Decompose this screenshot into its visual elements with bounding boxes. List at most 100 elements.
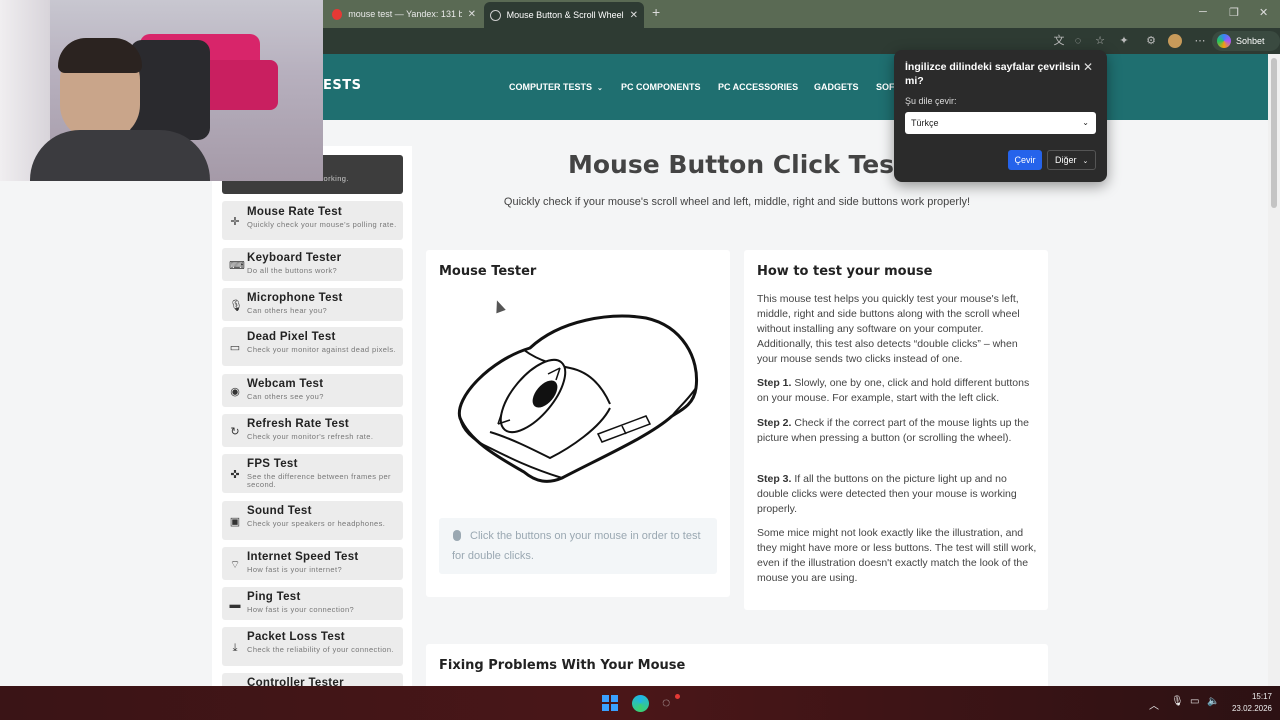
translate-icon[interactable]: 文 <box>1052 34 1066 48</box>
favorite-star-icon[interactable]: ☆ <box>1093 34 1107 48</box>
sidebar-item-title: Microphone Test <box>247 292 343 304</box>
hint-text: Click the buttons on your mouse in order… <box>452 530 701 562</box>
close-icon[interactable]: ✕ <box>1083 60 1093 74</box>
sidebar-item-desc: Quickly check your mouse's polling rate. <box>247 220 397 229</box>
person-hair <box>58 38 142 73</box>
gamepad-icon: ✜ <box>230 469 240 481</box>
sidebar-item-microphone-test[interactable]: 🎙 Microphone Test Can others hear you? <box>222 288 403 321</box>
copilot-chat-button[interactable]: Sohbet et <box>1212 31 1280 66</box>
copilot-icon <box>1217 34 1231 48</box>
profile-avatar[interactable] <box>1168 34 1182 48</box>
clock-date[interactable]: 23.02.2026 <box>1224 704 1272 713</box>
volume-icon[interactable]: 🔈 <box>1207 696 1219 707</box>
chevron-down-icon: ⌄ <box>597 85 603 92</box>
yandex-favicon-icon <box>332 8 343 20</box>
sidebar-item-desc: Do all the buttons work? <box>247 266 338 275</box>
tab-label: mouse test — Yandex: 131 bin son <box>348 9 462 19</box>
how-to-outro: Some mice might not look exactly like th… <box>757 527 1037 584</box>
sidebar-item-desc: See the difference between frames per se… <box>247 472 391 489</box>
chevron-down-icon: ⌄ <box>1082 118 1089 127</box>
sidebar-item-fps-test[interactable]: ✜ FPS Test See the difference between fr… <box>222 454 403 493</box>
webcam-icon: ◉ <box>230 386 240 398</box>
clock-time[interactable]: 15:17 <box>1232 692 1272 701</box>
step-text: If all the buttons on the picture light … <box>757 473 1017 515</box>
how-to-step-1: Step 1. Slowly, one by one, click and ho… <box>757 376 1039 406</box>
sidebar-item-controller-tester[interactable]: Controller Tester <box>222 673 403 686</box>
maximize-button[interactable]: ❐ <box>1229 6 1239 19</box>
mouse-illustration[interactable] <box>450 308 700 486</box>
sidebar-item-dead-pixel-test[interactable]: ▭ Dead Pixel Test Check your monitor aga… <box>222 327 403 366</box>
sidebar-item-title: Mouse Rate Test <box>247 206 343 218</box>
more-menu-icon[interactable]: ⋯ <box>1193 34 1207 48</box>
sidebar-item-title: Packet Loss Test <box>247 631 345 643</box>
translate-popup: İngilizce dilindeki sayfalar çevrilsin m… <box>894 50 1107 182</box>
sidebar-item-title: Webcam Test <box>247 378 324 390</box>
site-logo[interactable]: ESTS <box>323 78 361 93</box>
sidebar-item-refresh-rate-test[interactable]: ↻ Refresh Rate Test Check your monitor's… <box>222 414 403 447</box>
step-text: Slowly, one by one, click and hold diffe… <box>757 377 1030 404</box>
download-icon: ⤓ <box>232 642 238 654</box>
sidebar-item-sound-test[interactable]: ▣ Sound Test Check your speakers or head… <box>222 501 403 540</box>
microphone-icon: 🎙 <box>229 300 243 312</box>
translate-button[interactable]: Çevir <box>1008 150 1042 170</box>
collections-icon[interactable]: ⚙ <box>1144 34 1158 48</box>
how-to-step-2: Step 2. Check if the correct part of the… <box>757 416 1039 446</box>
nav-computer-tests[interactable]: COMPUTER TESTS ⌄ <box>509 82 603 92</box>
sidebar-item-title: FPS Test <box>247 458 298 470</box>
sidebar-item-desc: Check your monitor's refresh rate. <box>247 432 374 441</box>
tab-label: Mouse Button & Scroll Wheel Test <box>506 10 624 20</box>
nav-software[interactable]: SOF <box>876 82 895 92</box>
keyboard-icon: ⌨ <box>229 260 245 272</box>
sidebar-item-webcam-test[interactable]: ◉ Webcam Test Can others see you? <box>222 374 403 407</box>
sidebar-item-desc: Can others see you? <box>247 392 324 401</box>
other-label: Diğer <box>1055 155 1077 165</box>
sidebar-item-desc: How fast is your internet? <box>247 565 343 574</box>
close-window-button[interactable]: ✕ <box>1259 6 1268 19</box>
other-options-button[interactable]: Diğer ⌄ <box>1047 150 1096 170</box>
how-to-heading: How to test your mouse <box>757 264 933 279</box>
monitor-icon: ▭ <box>229 342 241 354</box>
sidebar-item-desc: Can others hear you? <box>247 306 328 315</box>
language-select[interactable]: Türkçe ⌄ <box>905 112 1096 134</box>
edge-browser-icon[interactable] <box>632 695 649 712</box>
scrollbar-thumb[interactable] <box>1271 58 1277 208</box>
sidebar-item-title: Controller Tester <box>247 677 344 686</box>
tab-mouse-test[interactable]: Mouse Button & Scroll Wheel Test ✕ <box>484 2 644 28</box>
windows-taskbar: ◌ ︿ 🎙 ▭ 🔈 15:17 23.02.2026 <box>0 686 1280 720</box>
nav-label: COMPUTER TESTS <box>509 82 593 92</box>
minimize-button[interactable]: ─ <box>1199 6 1207 18</box>
sidebar-item-ping-test[interactable]: ▬ Ping Test How fast is your connection? <box>222 587 403 620</box>
page-scrollbar[interactable] <box>1268 54 1280 686</box>
app-icon[interactable]: ◌ <box>662 694 670 710</box>
microphone-icon[interactable]: 🎙 <box>1171 696 1184 707</box>
chevron-up-icon[interactable]: ︿ <box>1149 697 1159 712</box>
mouse-tester-heading: Mouse Tester <box>439 264 537 279</box>
step-label: Step 2. <box>757 417 792 429</box>
wifi-icon: ⌔ <box>229 559 241 571</box>
extensions-icon[interactable]: ✦ <box>1117 34 1131 48</box>
sidebar-item-title: Refresh Rate Test <box>247 418 350 430</box>
refresh-icon: ↻ <box>230 426 240 438</box>
network-icon[interactable]: ▭ <box>1190 696 1199 707</box>
sidebar-item-internet-speed-test[interactable]: ⌔ Internet Speed Test How fast is your i… <box>222 547 403 580</box>
sidebar-item-desc: How fast is your connection? <box>247 605 355 614</box>
globe-icon <box>490 9 501 21</box>
translate-label: Şu dile çevir: <box>905 96 957 106</box>
sidebar-item-packet-loss-test[interactable]: ⤓ Packet Loss Test Check the reliability… <box>222 627 403 666</box>
reader-icon[interactable]: ◌ <box>1071 34 1085 48</box>
close-tab-icon[interactable]: ✕ <box>468 9 476 20</box>
sidebar-item-title: Ping Test <box>247 591 301 603</box>
new-tab-button[interactable]: + <box>652 4 660 20</box>
sidebar-item-keyboard-tester[interactable]: ⌨ Keyboard Tester Do all the buttons wor… <box>222 248 403 281</box>
nav-pc-components[interactable]: PC COMPONENTS <box>621 82 701 92</box>
nav-pc-accessories[interactable]: PC ACCESSORIES <box>718 82 798 92</box>
close-tab-icon[interactable]: ✕ <box>630 10 638 21</box>
nav-gadgets[interactable]: GADGETS <box>814 82 859 92</box>
windows-start-icon[interactable] <box>602 695 618 711</box>
sidebar-item-desc: Check the reliability of your connection… <box>247 645 394 654</box>
person-shirt <box>30 130 210 181</box>
sidebar-item-mouse-rate-test[interactable]: ✛ Mouse Rate Test Quickly check your mou… <box>222 201 403 240</box>
sidebar-item-title: Dead Pixel Test <box>247 331 336 343</box>
tab-yandex[interactable]: mouse test — Yandex: 131 bin son ✕ <box>326 4 482 24</box>
fixing-heading: Fixing Problems With Your Mouse <box>439 658 686 673</box>
